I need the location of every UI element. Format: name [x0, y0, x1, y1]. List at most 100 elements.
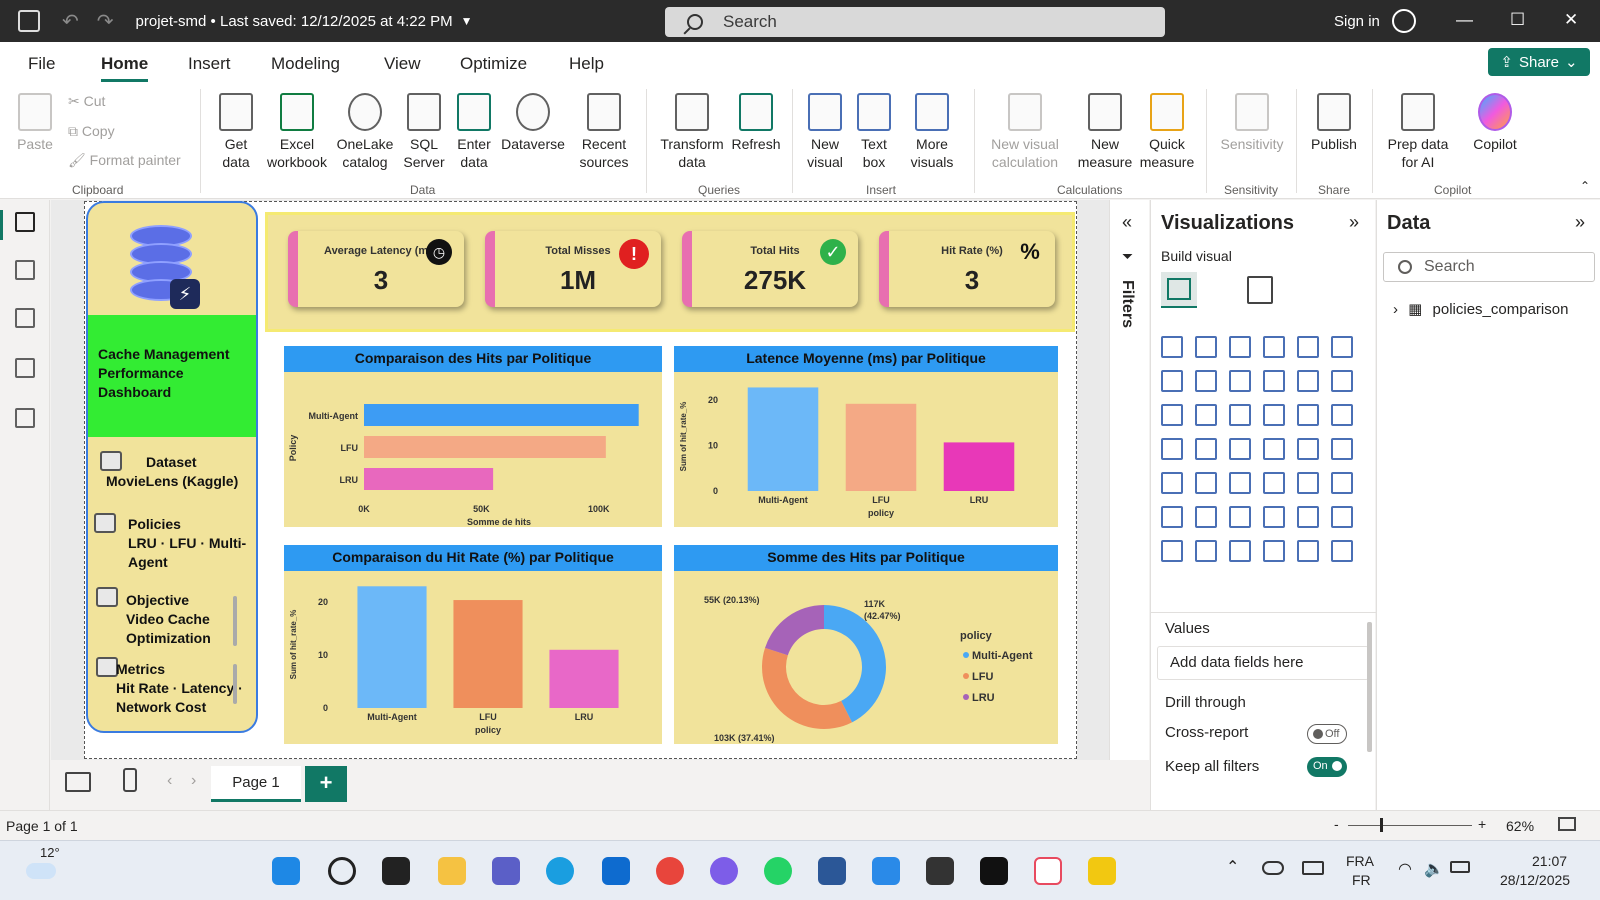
100-bar-icon[interactable] [1297, 336, 1319, 358]
search-box[interactable]: Search [665, 7, 1165, 37]
copilot-button[interactable]: Copilot [1460, 93, 1530, 153]
avatar-icon[interactable] [1392, 9, 1416, 33]
zoom-slider[interactable] [1348, 825, 1472, 826]
filters-pane[interactable]: « ⏷ Filters [1109, 200, 1149, 760]
onedrive-icon[interactable] [1262, 861, 1284, 875]
kpi-icon[interactable] [1195, 472, 1217, 494]
build-visual-tab[interactable] [1161, 272, 1197, 308]
format-visual-icon[interactable] [1247, 276, 1273, 304]
fit-to-page-icon[interactable] [1558, 817, 1576, 831]
pie-icon[interactable] [1297, 404, 1319, 426]
capcut-icon[interactable] [980, 857, 1008, 885]
enter-data-button[interactable]: Enter data [452, 93, 496, 171]
teams-icon[interactable] [492, 857, 520, 885]
treemap-icon[interactable] [1161, 438, 1183, 460]
r-visual-icon[interactable] [1331, 472, 1353, 494]
cut-button[interactable]: ✂ Cut [68, 93, 105, 110]
new-visual-calculation-button[interactable]: New visual calculation [982, 93, 1068, 171]
chart-latency-by-policy[interactable]: Latence Moyenne (ms) par Politique 0 10 20… [674, 346, 1058, 527]
task-view-icon[interactable] [382, 857, 410, 885]
snipping-tool-icon[interactable] [1034, 857, 1062, 885]
dax-query-view-icon[interactable] [15, 358, 35, 378]
chart-hit-rate-by-policy[interactable]: Comparaison du Hit Rate (%) par Politiqu… [284, 545, 662, 744]
scrollbar[interactable] [1367, 622, 1372, 752]
report-view-icon[interactable] [15, 212, 35, 232]
store-icon[interactable] [602, 857, 630, 885]
zoom-out-icon[interactable]: - [1334, 816, 1339, 832]
slicer-icon[interactable] [1229, 472, 1251, 494]
power-bi-icon[interactable] [1088, 857, 1116, 885]
card-icon[interactable] [1331, 438, 1353, 460]
save-icon[interactable] [18, 10, 40, 32]
undo-icon[interactable]: ↶ [62, 9, 79, 34]
sign-in-link[interactable]: Sign in [1334, 13, 1380, 30]
start-icon[interactable] [272, 857, 300, 885]
column-icon[interactable] [1195, 404, 1217, 426]
format-painter-button[interactable]: 🖌 Format painter [68, 152, 181, 169]
clustered-bar-icon[interactable] [1229, 336, 1251, 358]
get-data-button[interactable]: Get data [210, 93, 262, 171]
prep-data-for-ai-button[interactable]: Prep data for AI [1380, 93, 1456, 171]
text-box-button[interactable]: Text box [852, 93, 896, 171]
keyboard-icon[interactable] [1302, 861, 1324, 875]
language-secondary[interactable]: FR [1352, 872, 1371, 888]
power-automate-icon[interactable] [1229, 540, 1251, 562]
recent-sources-button[interactable]: Recent sources [572, 93, 636, 171]
cross-report-toggle[interactable]: Off [1307, 724, 1347, 744]
tab-view[interactable]: View [384, 54, 421, 74]
weather-icon[interactable] [26, 863, 56, 879]
transform-data-button[interactable]: Transform data [656, 93, 728, 171]
100-column-icon[interactable] [1331, 336, 1353, 358]
decomposition-tree-icon[interactable] [1229, 506, 1251, 528]
table-view-icon[interactable] [15, 260, 35, 280]
kpi-card-misses[interactable]: Total Misses 1M ! [485, 231, 661, 307]
collapse-ribbon-icon[interactable]: ⌃ [1580, 179, 1590, 193]
share-button[interactable]: ⇪ Share ⌄ [1488, 48, 1590, 76]
mobile-layout-icon[interactable] [123, 768, 137, 792]
stacked-area-icon[interactable] [1229, 370, 1251, 392]
tab-insert[interactable]: Insert [188, 54, 231, 74]
copy-button[interactable]: ⧉ Copy [68, 123, 115, 140]
battery-icon[interactable] [1450, 861, 1470, 873]
clustered-column-icon[interactable] [1263, 336, 1285, 358]
minimize-icon[interactable]: — [1456, 10, 1473, 30]
image-icon[interactable] [1297, 540, 1319, 562]
terminal-icon[interactable] [926, 857, 954, 885]
arcgis-icon[interactable] [1263, 540, 1285, 562]
volume-icon[interactable]: 🔈 [1424, 859, 1444, 879]
key-influencers-icon[interactable] [1195, 506, 1217, 528]
stacked-bar-icon[interactable] [1161, 336, 1183, 358]
sensitivity-button[interactable]: Sensitivity [1214, 93, 1290, 153]
kpi-card-hits[interactable]: Total Hits 275K ✓ [682, 231, 858, 307]
power-apps-icon[interactable] [1195, 540, 1217, 562]
model-view-icon[interactable] [15, 308, 35, 328]
edge-icon[interactable] [546, 857, 574, 885]
table-visual-icon[interactable] [1263, 472, 1285, 494]
qa-icon[interactable] [1263, 506, 1285, 528]
paginated-icon[interactable] [1331, 506, 1353, 528]
values-drop-zone[interactable]: Add data fields here [1157, 646, 1369, 680]
page-tab[interactable]: Page 1 [211, 766, 301, 802]
tab-optimize[interactable]: Optimize [460, 54, 527, 74]
clock-time[interactable]: 21:07 [1532, 853, 1567, 869]
scrollbar[interactable] [233, 596, 237, 646]
close-icon[interactable]: ✕ [1564, 10, 1578, 30]
collapse-right-icon[interactable]: » [1575, 212, 1585, 233]
collapse-right-icon[interactable]: » [1349, 212, 1359, 233]
next-page-icon[interactable]: › [191, 772, 196, 790]
chevron-up-icon[interactable]: ⌃ [1226, 857, 1239, 877]
chrome-icon[interactable] [656, 857, 684, 885]
line-column-icon[interactable] [1297, 370, 1319, 392]
info-panel[interactable]: ⚡ Cache Management Performance Dashboard… [86, 201, 258, 733]
whatsapp-icon[interactable] [764, 857, 792, 885]
tab-help[interactable]: Help [569, 54, 604, 74]
data-search-input[interactable]: Search [1383, 252, 1595, 282]
wifi-icon[interactable]: ◠ [1398, 859, 1412, 879]
dataverse-button[interactable]: Dataverse [500, 93, 566, 153]
language-primary[interactable]: FRA [1346, 853, 1374, 869]
ribbon-chart-icon[interactable] [1263, 370, 1285, 392]
tab-home[interactable]: Home [101, 54, 149, 82]
new-visual-button[interactable]: New visual [800, 93, 850, 171]
line-stacked-icon[interactable] [1161, 404, 1183, 426]
previous-page-icon[interactable]: ‹ [167, 772, 172, 790]
